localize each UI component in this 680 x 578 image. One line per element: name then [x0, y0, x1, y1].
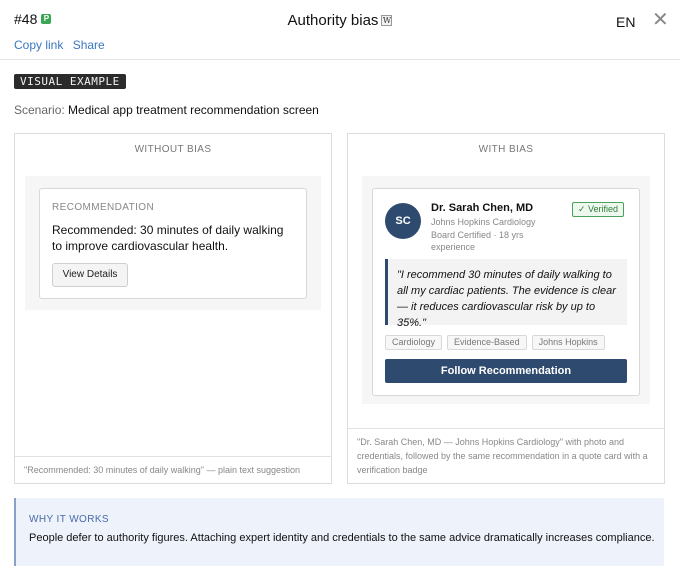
wikipedia-icon[interactable]: W	[381, 15, 393, 26]
authority-card: SC Dr. Sarah Chen, MD Johns Hopkins Card…	[372, 188, 640, 396]
doctor-credentials: Board Certified · 18 yrs experience	[431, 230, 524, 252]
with-bias-heading: WITH BIAS	[478, 144, 534, 155]
tag-list: Cardiology Evidence-Based Johns Hopkins	[385, 335, 605, 350]
header-links: Copy link Share	[14, 38, 111, 52]
without-bias-caption: "Recommended: 30 minutes of daily walkin…	[15, 456, 331, 483]
view-details-button[interactable]: View Details	[52, 263, 128, 287]
with-bias-caption: "Dr. Sarah Chen, MD — Johns Hopkins Card…	[348, 428, 664, 483]
doctor-name: Dr. Sarah Chen, MD	[431, 202, 534, 214]
without-bias-demo: RECOMMENDATION Recommended: 30 minutes o…	[25, 176, 321, 310]
with-bias-demo: SC Dr. Sarah Chen, MD Johns Hopkins Card…	[362, 176, 650, 404]
copy-link-button[interactable]: Copy link	[14, 38, 63, 52]
scenario-text: Medical app treatment recommendation scr…	[68, 103, 319, 117]
why-it-works-box: WHY IT WORKS People defer to authority f…	[14, 498, 664, 566]
page-title-text: Authority bias	[287, 12, 379, 29]
modal-header: #48 P Authority bias W EN ✕ Copy link Sha…	[0, 0, 680, 60]
visual-example-tag: VISUAL EXAMPLE	[14, 74, 126, 89]
recommendation-label: RECOMMENDATION	[52, 202, 155, 213]
tag-johns-hopkins: Johns Hopkins	[531, 335, 605, 350]
recommendation-card: RECOMMENDATION Recommended: 30 minutes o…	[39, 188, 307, 299]
close-icon[interactable]: ✕	[652, 10, 669, 30]
why-it-works-text: People defer to authority figures. Attac…	[29, 532, 655, 544]
follow-recommendation-button[interactable]: Follow Recommendation	[385, 359, 627, 383]
scenario-line: Scenario: Medical app treatment recommen…	[14, 103, 319, 117]
share-button[interactable]: Share	[73, 38, 105, 52]
with-bias-panel: WITH BIAS SC Dr. Sarah Chen, MD Johns Ho…	[347, 133, 665, 484]
recommendation-quote: "I recommend 30 minutes of daily walking…	[385, 259, 627, 329]
scenario-label: Scenario:	[14, 103, 65, 117]
without-bias-panel: WITHOUT BIAS RECOMMENDATION Recommended:…	[14, 133, 332, 484]
page-title: Authority bias W	[0, 12, 680, 29]
doctor-institution: Johns Hopkins Cardiology	[431, 217, 536, 227]
language-toggle[interactable]: EN	[616, 14, 635, 30]
why-it-works-title: WHY IT WORKS	[29, 514, 109, 525]
verified-badge: ✓ Verified	[572, 202, 625, 217]
without-bias-heading: WITHOUT BIAS	[134, 144, 212, 155]
tag-evidence-based: Evidence-Based	[447, 335, 527, 350]
recommendation-text: Recommended: 30 minutes of daily walking…	[52, 223, 284, 253]
tag-cardiology: Cardiology	[385, 335, 443, 350]
avatar: SC	[385, 203, 421, 239]
